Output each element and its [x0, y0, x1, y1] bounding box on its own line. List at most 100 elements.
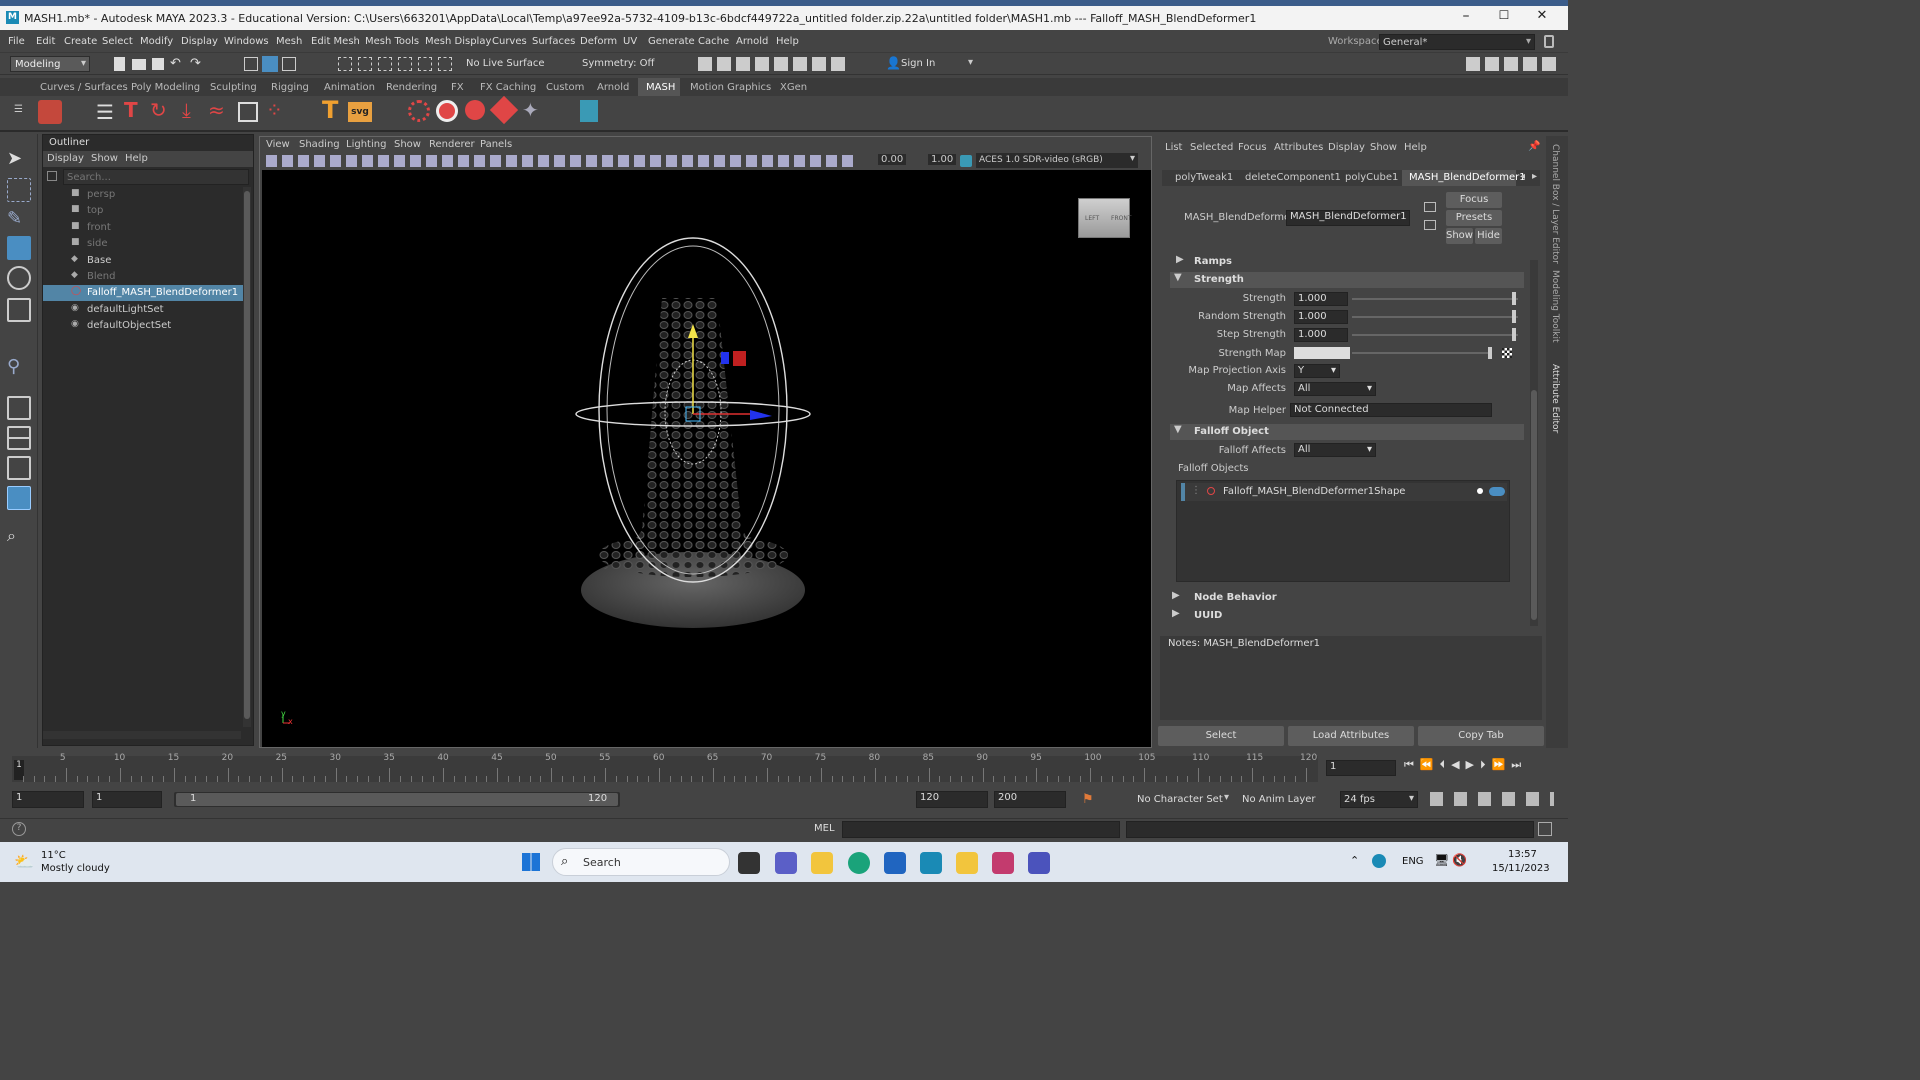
menu-curves[interactable]: Curves: [492, 36, 527, 47]
outliner-row[interactable]: ◆ Base: [43, 253, 243, 269]
tab-animation[interactable]: Animation: [324, 82, 375, 93]
scroll-thumb[interactable]: [1531, 390, 1537, 620]
node-name-field[interactable]: MASH_BlendDeformer1: [1286, 210, 1410, 226]
workspace-dropdown[interactable]: General* ▾: [1379, 34, 1535, 50]
language-indicator[interactable]: ENG: [1402, 856, 1424, 867]
mash-curve-icon[interactable]: ↻: [150, 98, 167, 122]
tab-mash[interactable]: MASH: [646, 82, 675, 93]
attr-tab-deletecomponent[interactable]: deleteComponent1: [1245, 172, 1341, 183]
attr-vscrollbar[interactable]: [1530, 260, 1538, 626]
search-icon[interactable]: ⌕: [7, 526, 31, 550]
mash-list-icon[interactable]: ☰: [96, 100, 114, 124]
menu-generate[interactable]: Generate: [648, 36, 695, 47]
vp-menu-renderer[interactable]: Renderer: [429, 139, 475, 150]
mash-orbit-icon[interactable]: [408, 100, 430, 122]
vp-menu-lighting[interactable]: Lighting: [346, 139, 386, 150]
presets-button[interactable]: Presets: [1446, 210, 1502, 226]
close-button[interactable]: ✕: [1532, 8, 1552, 28]
attr-menu-focus[interactable]: Focus: [1238, 142, 1267, 153]
viewcube-left[interactable]: LEFT: [1085, 215, 1099, 222]
live-surface-label[interactable]: No Live Surface: [466, 58, 544, 69]
falloff-affects-dropdown[interactable]: All ▾: [1294, 443, 1376, 457]
load-attributes-button[interactable]: Load Attributes: [1288, 726, 1414, 746]
teams-icon[interactable]: [1028, 852, 1050, 874]
side-tab-channel-box[interactable]: Channel Box / Layer Editor: [1550, 144, 1560, 264]
tab-arnold[interactable]: Arnold: [597, 82, 629, 93]
playback-controls[interactable]: ⏮⏪⏴◀▶⏵⏩⏭: [1404, 758, 1552, 776]
outliner-search-input[interactable]: [63, 169, 249, 185]
mash-points-icon[interactable]: ⁘: [266, 98, 283, 122]
last-tool-icon[interactable]: ⚲: [7, 356, 31, 380]
outliner-row[interactable]: ◉ defaultObjectSet: [43, 318, 243, 334]
outliner-layout-icon[interactable]: [7, 486, 31, 510]
undo-icon[interactable]: ↶: [170, 56, 181, 71]
start-frame-field[interactable]: 1: [12, 791, 84, 808]
mash-export-icon[interactable]: [580, 100, 598, 122]
tab-sculpting[interactable]: Sculpting: [210, 82, 257, 93]
select-tool-icon[interactable]: ➤: [7, 148, 31, 172]
mash-network-icon[interactable]: [38, 100, 62, 124]
menu-display[interactable]: Display: [181, 36, 218, 47]
scroll-thumb[interactable]: [244, 191, 250, 719]
map-projection-axis-dropdown[interactable]: Y ▾: [1294, 364, 1340, 378]
two-layout-icon[interactable]: [7, 456, 31, 480]
menu-file[interactable]: File: [8, 36, 25, 47]
side-tab-modeling-toolkit[interactable]: Modeling Toolkit: [1550, 270, 1560, 343]
open-scene-icon[interactable]: [132, 59, 146, 70]
outliner-row[interactable]: ■ top: [43, 203, 243, 219]
random-strength-slider-handle[interactable]: [1512, 310, 1516, 323]
scale-tool-icon[interactable]: [7, 298, 31, 322]
sign-in-button[interactable]: Sign In: [901, 58, 935, 69]
mash-explode-icon[interactable]: [465, 100, 485, 120]
outliner-menu-display[interactable]: Display: [47, 153, 84, 164]
mash-grid-icon[interactable]: [238, 102, 258, 122]
map-checker-icon[interactable]: [1502, 348, 1512, 358]
map-affects-dropdown[interactable]: All ▾: [1294, 382, 1376, 396]
clock-date[interactable]: 15/11/2023: [1492, 863, 1550, 874]
tab-curves-surfaces[interactable]: Curves / Surfaces: [40, 82, 128, 93]
side-tab-attribute-editor[interactable]: Attribute Editor: [1550, 364, 1560, 433]
vp-tool-icons[interactable]: [266, 155, 856, 167]
attr-menu-list[interactable]: List: [1165, 142, 1182, 153]
move-tool-icon[interactable]: [7, 236, 31, 260]
color-management-icon[interactable]: [960, 155, 972, 167]
menu-surfaces[interactable]: Surfaces: [532, 36, 575, 47]
snipping-tool-icon[interactable]: [992, 852, 1014, 874]
mash-paint-icon[interactable]: ✦: [522, 98, 539, 122]
network-icon[interactable]: 🖥: [1434, 853, 1449, 867]
viewcube[interactable]: LEFT FRONT: [1078, 198, 1132, 238]
playback-options-icons[interactable]: [1430, 792, 1554, 806]
maximize-button[interactable]: ☐: [1494, 8, 1514, 28]
attr-menu-selected[interactable]: Selected: [1190, 142, 1233, 153]
tab-scroll-left-icon[interactable]: ◂: [1520, 171, 1525, 182]
color-space-dropdown[interactable]: ACES 1.0 SDR-video (sRGB) ▾: [976, 153, 1138, 168]
lock-icon[interactable]: [1544, 35, 1554, 48]
mash-repro-icon[interactable]: [489, 95, 519, 125]
vp-menu-panels[interactable]: Panels: [480, 139, 512, 150]
time-slider[interactable]: 1 5 10 15 20 25 30 35 40 45 50 55 60 65 70 75 80 85 90 95 1…: [0, 750, 1568, 786]
menu-select[interactable]: Select: [102, 36, 133, 47]
svg-tool-icon[interactable]: svg: [348, 102, 372, 122]
command-input[interactable]: [842, 821, 1120, 838]
tab-fx-caching[interactable]: FX Caching: [480, 82, 536, 93]
falloff-objects-list[interactable]: ⋮ Falloff_MASH_BlendDeformer1Shape: [1176, 480, 1510, 582]
symmetry-dropdown[interactable]: Symmetry: Off: [582, 58, 654, 69]
viewcube-front[interactable]: FRONT: [1111, 215, 1132, 222]
notes-area[interactable]: Notes: MASH_BlendDeformer1: [1160, 636, 1542, 720]
taskbar-search[interactable]: ⌕ Search: [552, 848, 730, 876]
tab-poly-modeling[interactable]: Poly Modeling: [131, 82, 200, 93]
node-connect-icon[interactable]: [1424, 220, 1436, 230]
section-falloff-object[interactable]: Falloff Object: [1170, 424, 1524, 440]
menu-mesh-display[interactable]: Mesh Display: [425, 36, 491, 47]
copy-tab-button[interactable]: Copy Tab: [1418, 726, 1544, 746]
section-ramps[interactable]: Ramps: [1170, 254, 1524, 270]
tab-rendering[interactable]: Rendering: [386, 82, 437, 93]
section-strength[interactable]: Strength: [1170, 272, 1524, 288]
redo-icon[interactable]: ↷: [190, 56, 201, 71]
step-strength-slider-handle[interactable]: [1512, 328, 1516, 341]
enable-toggle[interactable]: [1489, 487, 1505, 496]
snap-surface-icon[interactable]: [418, 57, 432, 71]
outliner-menu-help[interactable]: Help: [125, 153, 148, 164]
snap-curve-icon[interactable]: [358, 57, 372, 71]
tab-custom[interactable]: Custom: [546, 82, 584, 93]
